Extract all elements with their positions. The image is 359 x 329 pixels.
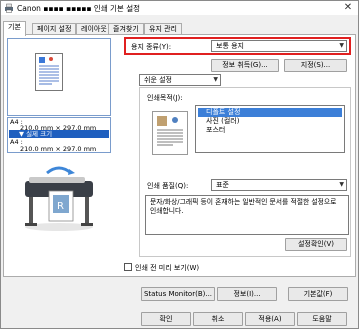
status-monitor-button[interactable]: Status Monitor(B)... [141, 287, 215, 301]
defaults-button[interactable]: 기본값(F) [288, 287, 348, 301]
large-format-printer-illustration: R [25, 166, 93, 231]
chevron-down-icon: ▼ [339, 42, 344, 49]
print-settings-window: Canon ▪▪▪▪ ▪▪▪▪▪ 인쇄 기본 설정 ✕ 기본 페이지 설정 레이… [0, 0, 359, 329]
print-quality-value: 표준 [216, 181, 229, 189]
purpose-item-poster[interactable]: 포스터 [198, 126, 342, 135]
purpose-list[interactable]: 디폴트 설정 사진 (컬러) 포스터 [195, 105, 345, 153]
tab-basic[interactable]: 기본 [3, 21, 26, 36]
paper-size-info: A4 : 210.0 mm × 297.0 mm ▼ 실제 크기 A4 : 21… [7, 117, 111, 153]
print-quality-select[interactable]: 표준 ▼ [211, 179, 347, 191]
printer-app-icon [5, 3, 13, 13]
ok-button[interactable]: 확인 [141, 312, 191, 326]
print-quality-label: 인쇄 품질(Q): [147, 182, 189, 190]
quality-confirm-button[interactable]: 설정확인(V) [285, 238, 347, 251]
svg-text:R: R [57, 201, 64, 212]
info-button[interactable]: 정보(I)... [217, 287, 277, 301]
setup-mode-select[interactable]: 쉬운 설정 ▼ [139, 74, 221, 86]
help-button[interactable]: 도움말 [297, 312, 347, 326]
document-icon [39, 57, 59, 85]
window-title: Canon ▪▪▪▪ ▪▪▪▪▪ 인쇄 기본 설정 [17, 4, 140, 13]
purpose-item-default[interactable]: 디폴트 설정 [198, 108, 342, 117]
paper-thumbnail [35, 53, 63, 91]
specify-button[interactable]: 지정(S)... [284, 59, 347, 72]
preview-before-print-checkbox[interactable] [124, 263, 132, 271]
chevron-down-icon: ▼ [213, 76, 218, 83]
quality-description: 문자/화상/그래픽 등이 혼재하는 일반적인 문서를 적절한 설정으로 인쇄합니… [145, 195, 349, 235]
get-info-button[interactable]: 정보 취득(G)... [211, 59, 279, 72]
media-type-select[interactable]: 보통 용지 ▼ [211, 40, 347, 52]
document-preview-icon [157, 116, 183, 146]
cancel-button[interactable]: 취소 [193, 312, 243, 326]
chevron-down-icon: ▼ [339, 181, 344, 188]
purpose-label: 인쇄목적(J): [147, 94, 183, 102]
title-bar: Canon ▪▪▪▪ ▪▪▪▪▪ 인쇄 기본 설정 ✕ [1, 1, 358, 15]
apply-button[interactable]: 적용(A) [245, 312, 295, 326]
size-dimensions-2: 210.0 mm × 297.0 mm [20, 145, 97, 153]
preview-before-print-label: 인쇄 전 미리 보기(W) [135, 264, 200, 272]
media-type-value: 보통 용지 [216, 42, 244, 50]
purpose-thumbnail [152, 111, 188, 155]
setup-mode-value: 쉬운 설정 [144, 76, 172, 84]
scale-selected[interactable]: ▼ 실제 크기 [9, 130, 109, 138]
purpose-item-photo-color[interactable]: 사진 (컬러) [198, 117, 342, 126]
close-icon[interactable]: ✕ [342, 2, 354, 14]
paper-preview [7, 38, 111, 116]
media-type-label: 용지 종류(Y): [131, 43, 172, 51]
